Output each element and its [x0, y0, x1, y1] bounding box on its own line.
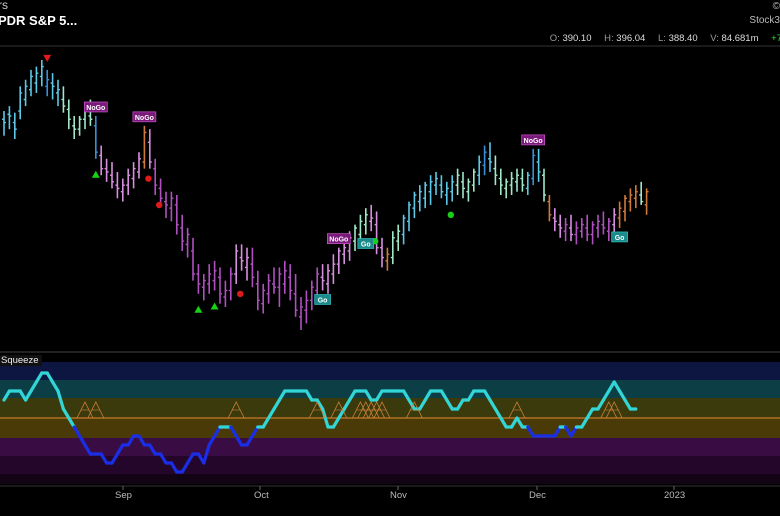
signal-dot — [447, 211, 454, 219]
down-triangle-icon — [43, 54, 52, 62]
signal-dot — [145, 175, 152, 182]
nogo-label: NoGo — [329, 237, 348, 244]
osc-band-1 — [0, 380, 780, 398]
indicator-label: Squeeze — [0, 355, 42, 366]
signal-dot — [156, 201, 163, 209]
up-triangle-icon — [210, 302, 219, 310]
nogo-label: NoGo — [86, 105, 105, 112]
x-tick-nov: Nov — [390, 490, 407, 501]
go-label: Go — [318, 297, 328, 304]
x-tick-oct: Oct — [254, 490, 269, 501]
osc-band-5 — [0, 456, 780, 474]
x-tick-sep: Sep — [115, 490, 132, 501]
osc-band-2 — [0, 398, 780, 418]
osc-band-6 — [0, 474, 780, 484]
go-label: Go — [361, 242, 371, 249]
signal-dot — [237, 290, 244, 298]
osc-band-0 — [0, 362, 780, 380]
osc-band-3 — [0, 418, 780, 438]
x-tick-dec: Dec — [529, 490, 546, 501]
price-chart[interactable]: NoGo NoGo NoGo Go Go NoGo Go — [0, 0, 780, 516]
x-tick-2023: 2023 — [664, 490, 686, 501]
nogo-label: NoGo — [135, 115, 154, 122]
go-label: Go — [615, 235, 625, 242]
nogo-label: NoGo — [524, 138, 543, 145]
up-triangle-icon — [91, 170, 100, 178]
up-triangle-icon — [194, 305, 203, 313]
